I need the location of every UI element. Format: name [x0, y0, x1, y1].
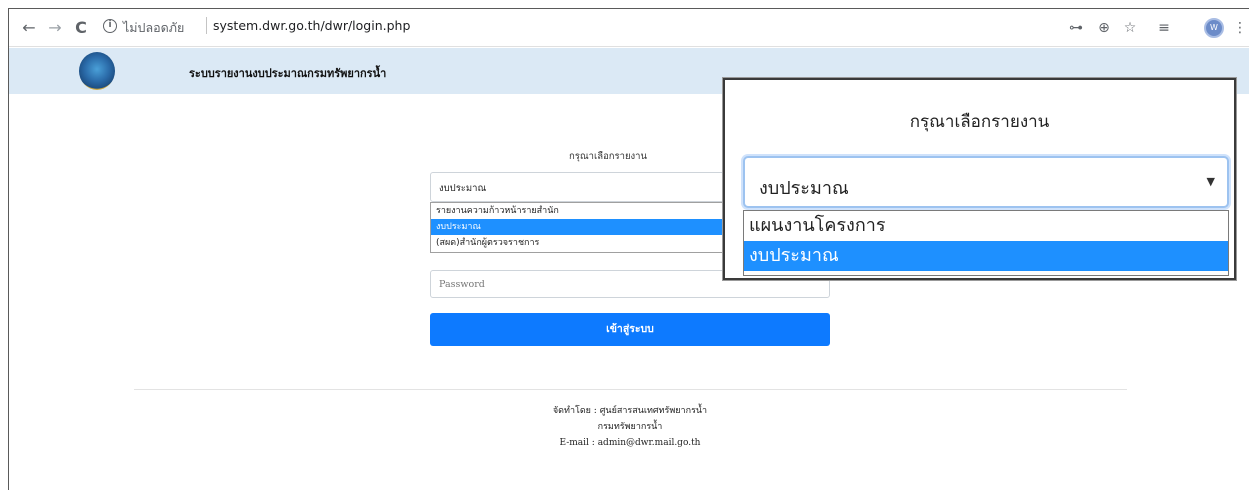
browser-toolbar: ← → C i ไม่ปลอดภัย system.dwr.go.th/dwr/…: [9, 9, 1249, 47]
footer-credit: จัดทำโดย : ศูนย์สารสนเทศทรัพยากรน้ำ: [552, 406, 708, 416]
login-button[interactable]: เข้าสู่ระบบ: [430, 313, 830, 346]
profile-avatar[interactable]: W: [1204, 18, 1224, 38]
zoom-report-select-value: งบประมาณ: [759, 178, 849, 199]
url-text[interactable]: system.dwr.go.th/dwr/login.php: [213, 18, 410, 33]
department-logo-icon: [79, 52, 115, 90]
footer-email: E-mail : admin@dwr.mail.go.th: [559, 438, 701, 448]
key-icon[interactable]: ⊶: [1066, 18, 1086, 38]
zoom-report-select[interactable]: งบประมาณ ▼: [743, 156, 1229, 208]
zoom-report-option-selected[interactable]: งบประมาณ: [744, 241, 1228, 271]
browser-window: ← → C i ไม่ปลอดภัย system.dwr.go.th/dwr/…: [8, 8, 1249, 490]
zoom-report-option[interactable]: แผนงานโครงการ: [744, 211, 1228, 241]
zoom-dropdown-list: แผนงานโครงการ งบประมาณ: [743, 210, 1229, 276]
report-select-label: กรุณาเลือกรายงาน: [569, 151, 647, 162]
forward-icon[interactable]: →: [45, 18, 65, 38]
footer-department: กรมทรัพยากรน้ำ: [597, 422, 663, 432]
report-select-value: งบประมาณ: [439, 183, 487, 194]
url-separator: [206, 17, 207, 34]
reading-list-icon[interactable]: ≡: [1154, 18, 1174, 38]
reload-icon[interactable]: C: [71, 18, 91, 38]
zoom-icon[interactable]: ⊕: [1094, 18, 1114, 38]
site-title: ระบบรายงานงบประมาณกรมทรัพยากรน้ำ: [189, 67, 387, 80]
footer: จัดทำโดย : ศูนย์สารสนเทศทรัพยากรน้ำ กรมท…: [430, 403, 830, 451]
back-icon[interactable]: ←: [19, 18, 39, 38]
info-icon[interactable]: i: [103, 19, 117, 33]
star-icon[interactable]: ☆: [1120, 18, 1140, 38]
dropdown-arrow-icon[interactable]: ▼: [1207, 175, 1215, 188]
menu-icon[interactable]: ⋮: [1233, 18, 1247, 38]
security-label[interactable]: ไม่ปลอดภัย: [123, 18, 184, 38]
zoom-callout: กรุณาเลือกรายงาน งบประมาณ ▼ แผนงานโครงกา…: [723, 78, 1236, 280]
zoom-report-label: กรุณาเลือกรายงาน: [909, 112, 1050, 132]
footer-divider: [134, 389, 1127, 390]
